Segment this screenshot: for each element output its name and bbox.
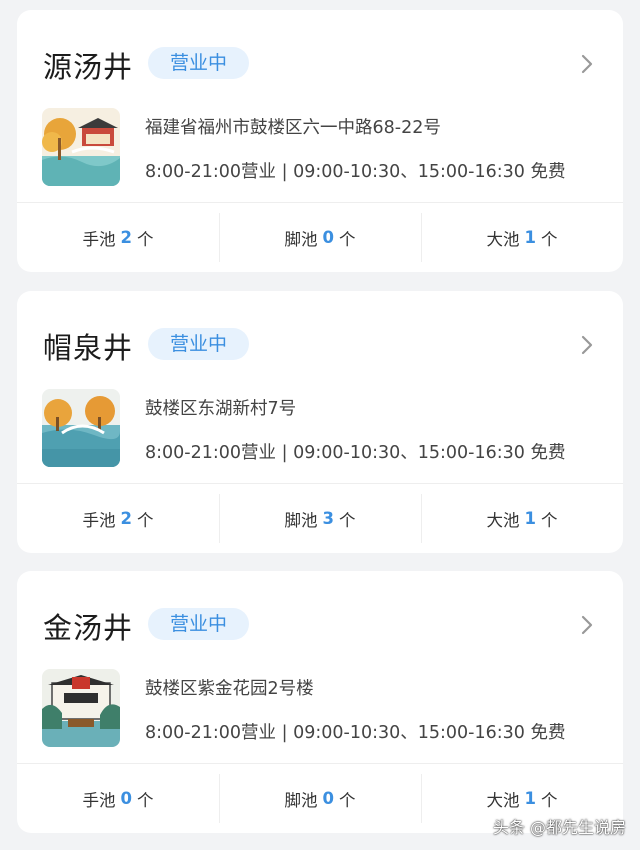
stat-count: 2 [120, 228, 132, 247]
stat-hand-pool: 手池 2 个 [17, 203, 219, 272]
pool-stats: 手池 2 个 脚池 0 个 大池 1 个 [17, 203, 623, 272]
card-header[interactable]: 源汤井 营业中 [17, 10, 623, 102]
card-header[interactable]: 帽泉井 营业中 [17, 291, 623, 383]
hours-text: 8:00-21:00营业 | 09:00-10:30、15:00-16:30 免… [145, 443, 566, 463]
stat-count: 3 [322, 509, 334, 528]
stat-hand-pool: 手池 0 个 [17, 764, 219, 833]
stat-count: 0 [120, 789, 132, 808]
stat-count: 1 [524, 789, 536, 808]
status-badge: 营业中 [148, 608, 249, 640]
address-text: 鼓楼区紫金花园2号楼 [145, 679, 314, 699]
stat-label: 手池 [82, 790, 116, 810]
stat-unit: 个 [136, 790, 154, 810]
stat-foot-pool: 脚池 3 个 [219, 484, 421, 553]
stat-big-pool: 大池 1 个 [421, 203, 623, 272]
well-card[interactable]: 帽泉井 营业中 鼓楼区东湖新村7号 8:00-21:00营业 | 09:00-1… [17, 291, 623, 553]
well-name: 金汤井 [43, 611, 134, 645]
stat-unit: 个 [338, 229, 356, 249]
address-text: 鼓楼区东湖新村7号 [145, 399, 297, 419]
stat-label: 大池 [486, 229, 520, 249]
stat-label: 手池 [82, 510, 116, 530]
well-thumbnail [42, 389, 120, 467]
chevron-right-icon[interactable] [579, 53, 595, 75]
status-badge: 营业中 [148, 328, 249, 360]
chevron-right-icon[interactable] [579, 614, 595, 636]
well-thumbnail [42, 108, 120, 186]
stat-label: 脚池 [284, 229, 318, 249]
well-name: 源汤井 [43, 50, 134, 84]
stat-unit: 个 [136, 229, 154, 249]
hours-text: 8:00-21:00营业 | 09:00-10:30、15:00-16:30 免… [145, 723, 566, 743]
well-card[interactable]: 源汤井 营业中 福建省福州市鼓楼区六一中路68-22号 8:00-21:00营业… [17, 10, 623, 272]
watermark-text: 头条 @都先生说房 [492, 818, 626, 837]
stat-count: 1 [524, 228, 536, 247]
stat-label: 大池 [486, 510, 520, 530]
stat-label: 脚池 [284, 790, 318, 810]
stat-count: 1 [524, 509, 536, 528]
chevron-right-icon[interactable] [579, 334, 595, 356]
stat-unit: 个 [540, 229, 558, 249]
well-thumbnail [42, 669, 120, 747]
stat-unit: 个 [136, 510, 154, 530]
stat-count: 0 [322, 228, 334, 247]
hours-text: 8:00-21:00营业 | 09:00-10:30、15:00-16:30 免… [145, 162, 566, 182]
pool-stats: 手池 2 个 脚池 3 个 大池 1 个 [17, 484, 623, 553]
stat-label: 大池 [486, 790, 520, 810]
stat-label: 脚池 [284, 510, 318, 530]
stat-unit: 个 [540, 510, 558, 530]
stat-big-pool: 大池 1 个 [421, 484, 623, 553]
well-card[interactable]: 金汤井 营业中 鼓楼区紫金花园2号楼 8:00-21:00营业 | 09:00-… [17, 571, 623, 833]
stat-count: 2 [120, 509, 132, 528]
stat-foot-pool: 脚池 0 个 [219, 203, 421, 272]
stat-unit: 个 [338, 510, 356, 530]
stat-count: 0 [322, 789, 334, 808]
stat-foot-pool: 脚池 0 个 [219, 764, 421, 833]
well-name: 帽泉井 [43, 331, 134, 365]
card-header[interactable]: 金汤井 营业中 [17, 571, 623, 663]
status-badge: 营业中 [148, 47, 249, 79]
stat-hand-pool: 手池 2 个 [17, 484, 219, 553]
stat-label: 手池 [82, 229, 116, 249]
stat-unit: 个 [338, 790, 356, 810]
address-text: 福建省福州市鼓楼区六一中路68-22号 [145, 118, 441, 138]
stat-unit: 个 [540, 790, 558, 810]
